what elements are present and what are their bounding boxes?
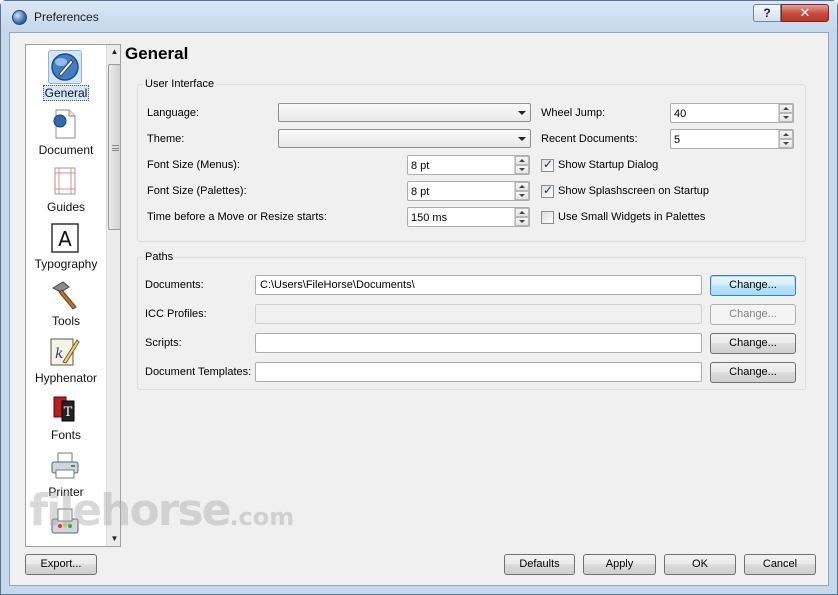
sidebar-item-label: General — [42, 85, 90, 101]
documents-change-button[interactable]: Change... — [710, 275, 796, 296]
category-sidebar: General Document Guides A Typography Too… — [25, 44, 121, 547]
ok-button[interactable]: OK — [664, 554, 736, 575]
defaults-button[interactable]: Defaults — [504, 554, 575, 575]
sidebar-item-label: Document — [38, 143, 94, 157]
page-title: General — [125, 44, 189, 63]
font-size-palettes-spinbox[interactable]: 8 pt — [407, 181, 530, 201]
recent-documents-label: Recent Documents: — [541, 133, 638, 145]
small-widgets-checkbox[interactable]: Use Small Widgets in Palettes — [541, 210, 705, 224]
grip-icon — [112, 145, 119, 151]
sidebar-item-label: Hyphenator — [34, 371, 98, 385]
sidebar-scrollbar[interactable]: ▲ ▼ — [106, 45, 120, 546]
svg-text:A: A — [58, 227, 72, 251]
globe-pen-icon — [48, 50, 82, 84]
sidebar-item-guides[interactable]: Guides — [26, 164, 106, 221]
scripts-change-button[interactable]: Change... — [710, 333, 796, 354]
wheel-jump-label: Wheel Jump: — [541, 107, 606, 119]
font-size-palettes-value: 8 pt — [411, 186, 430, 198]
dropdown-arrow-icon — [518, 137, 526, 141]
documents-path-label: Documents: — [145, 279, 204, 291]
help-button[interactable]: ? — [753, 4, 781, 22]
font-size-menus-spinbox[interactable]: 8 pt — [407, 155, 530, 175]
spin-up-icon[interactable] — [515, 208, 529, 217]
fonts-icon: T — [48, 392, 82, 426]
move-resize-label: Time before a Move or Resize starts: — [147, 211, 327, 223]
language-select[interactable] — [278, 103, 531, 122]
spin-down-icon[interactable] — [515, 217, 529, 226]
sidebar-item-typography[interactable]: A Typography — [26, 221, 106, 278]
theme-select[interactable] — [278, 129, 531, 148]
language-label: Language: — [147, 107, 199, 119]
user-interface-group-title: User Interface — [143, 78, 217, 90]
spin-up-icon[interactable] — [515, 182, 529, 191]
icc-profiles-field[interactable] — [255, 304, 702, 324]
scripts-path-field[interactable] — [255, 333, 702, 353]
apply-button[interactable]: Apply — [583, 554, 656, 575]
spin-up-icon[interactable] — [779, 104, 793, 113]
spin-down-icon[interactable] — [779, 113, 793, 122]
sidebar-item-label: Guides — [46, 200, 86, 214]
cancel-button[interactable]: Cancel — [744, 554, 816, 575]
spin-up-icon[interactable] — [515, 156, 529, 165]
export-button[interactable]: Export... — [25, 554, 97, 575]
svg-text:k: k — [55, 346, 63, 362]
app-globe-icon — [12, 10, 27, 25]
move-resize-value: 150 ms — [411, 212, 448, 224]
theme-label: Theme: — [147, 133, 185, 145]
sidebar-item-label: Typography — [34, 257, 98, 271]
document-templates-label: Document Templates: — [145, 366, 252, 378]
checkbox-checked-icon — [541, 183, 554, 198]
guides-icon — [48, 164, 82, 198]
scrollbar-thumb[interactable] — [108, 64, 120, 230]
font-size-palettes-label: Font Size (Palettes): — [147, 185, 247, 197]
scripts-path-label: Scripts: — [145, 337, 182, 349]
recent-documents-spinbox[interactable]: 5 — [670, 129, 794, 149]
close-button[interactable]: ✕ — [781, 4, 829, 22]
checkbox-checked-icon — [541, 157, 554, 172]
icc-profiles-label: ICC Profiles: — [145, 308, 207, 320]
quill-paper-icon: k — [48, 335, 82, 369]
documents-path-field[interactable]: C:\Users\FileHorse\Documents\ — [255, 275, 702, 295]
wheel-jump-value: 40 — [674, 108, 687, 120]
sidebar-item-label: Fonts — [50, 428, 81, 442]
printer-icon — [48, 449, 82, 483]
checkbox-unchecked-icon — [541, 210, 554, 224]
sidebar-item-label: Tools — [51, 314, 80, 328]
sidebar-item-general[interactable]: General — [26, 50, 106, 107]
spin-up-icon[interactable] — [779, 130, 793, 139]
show-splashscreen-label: Show Splashscreen on Startup — [558, 185, 710, 197]
sidebar-item-hyphenator[interactable]: k Hyphenator — [26, 335, 106, 392]
show-splashscreen-checkbox[interactable]: Show Splashscreen on Startup — [541, 183, 710, 198]
icc-profiles-change-button[interactable]: Change... — [710, 304, 796, 325]
dropdown-arrow-icon — [518, 111, 526, 115]
paths-group-title: Paths — [143, 251, 176, 263]
wheel-jump-spinbox[interactable]: 40 — [670, 103, 794, 123]
preferences-window: Preferences ? ✕ General Document Guides … — [0, 0, 838, 595]
scroll-up-arrow-icon[interactable]: ▲ — [107, 45, 120, 59]
sidebar-item-tools[interactable]: Tools — [26, 278, 106, 335]
show-startup-dialog-label: Show Startup Dialog — [558, 159, 659, 171]
document-templates-field[interactable] — [255, 362, 702, 382]
sidebar-item-document[interactable]: Document — [26, 107, 106, 164]
svg-text:T: T — [64, 405, 73, 420]
spin-down-icon[interactable] — [515, 191, 529, 200]
spin-down-icon[interactable] — [515, 165, 529, 174]
letter-a-icon: A — [48, 221, 82, 255]
title-bar: Preferences ? ✕ — [1, 1, 837, 33]
small-widgets-label: Use Small Widgets in Palettes — [558, 211, 706, 223]
document-icon — [48, 107, 82, 141]
window-title: Preferences — [34, 10, 99, 24]
document-templates-change-button[interactable]: Change... — [710, 362, 796, 383]
sidebar-item-fonts[interactable]: T Fonts — [26, 392, 106, 449]
watermark-logo: filehorse.com — [29, 485, 295, 536]
recent-documents-value: 5 — [674, 134, 681, 146]
show-startup-dialog-checkbox[interactable]: Show Startup Dialog — [541, 157, 659, 172]
hammer-icon — [48, 278, 82, 312]
move-resize-spinbox[interactable]: 150 ms — [407, 207, 530, 227]
font-size-menus-label: Font Size (Menus): — [147, 159, 240, 171]
spin-down-icon[interactable] — [779, 139, 793, 148]
font-size-menus-value: 8 pt — [411, 160, 430, 172]
